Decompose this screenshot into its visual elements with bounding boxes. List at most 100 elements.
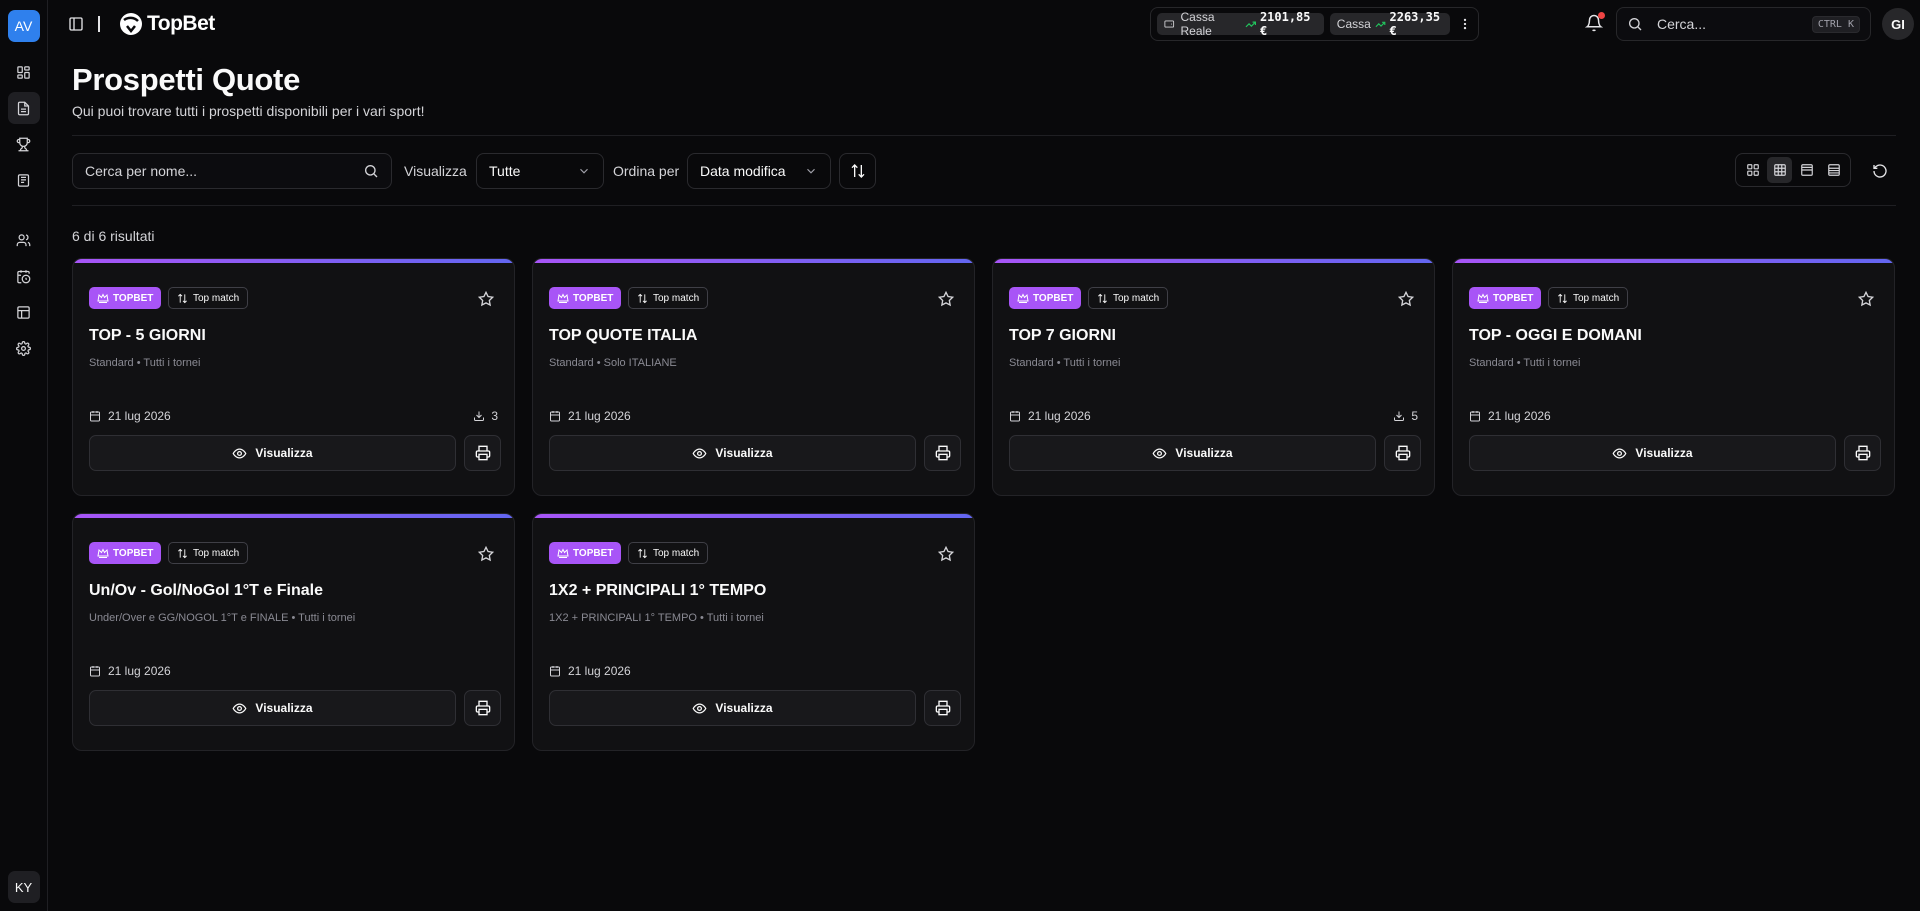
cassa-reale-pill[interactable]: Cassa Reale 2101,85 € — [1157, 10, 1324, 38]
download-count-text: 5 — [1411, 409, 1418, 423]
user-avatar[interactable]: KY — [7, 871, 40, 903]
favorite-button[interactable] — [1398, 291, 1414, 307]
view-button[interactable]: Visualizza — [1469, 435, 1836, 471]
sort-select[interactable]: Data modifica — [687, 153, 831, 189]
name-search-input[interactable]: Cerca per nome... — [72, 153, 392, 189]
prospetto-card[interactable]: TOPBET Top match 1X2 + PRINCIPALI 1° TEM… — [532, 513, 975, 751]
print-button[interactable] — [464, 690, 501, 726]
sidebar-item-users[interactable] — [8, 224, 40, 256]
sort-direction-button[interactable] — [839, 153, 876, 189]
prospetto-card[interactable]: TOPBET Top match TOP - 5 GIORNI Standard… — [72, 258, 515, 496]
chevron-down-icon — [807, 168, 815, 174]
notification-dot — [1598, 12, 1605, 19]
card-date: 21 lug 2026 — [89, 409, 171, 423]
layout-cards-button[interactable] — [1740, 157, 1765, 183]
prospetto-card[interactable]: TOPBET Top match TOP - OGGI E DOMANI Sta… — [1452, 258, 1895, 496]
favorite-button[interactable] — [938, 546, 954, 562]
layout-list-button[interactable] — [1821, 157, 1846, 183]
category-tag: Top match — [1548, 287, 1629, 309]
global-search-placeholder: Cerca... — [1657, 16, 1707, 32]
layout-compact-button[interactable] — [1794, 157, 1819, 183]
prospetto-card[interactable]: TOPBET Top match TOP 7 GIORNI Standard •… — [992, 258, 1435, 496]
notifications-button[interactable] — [1583, 12, 1605, 34]
document-icon — [17, 101, 30, 115]
cassa-reale-label: Cassa Reale — [1180, 10, 1215, 38]
view-button[interactable]: Visualizza — [89, 435, 456, 471]
sidebar-item-table[interactable] — [8, 296, 40, 328]
print-button[interactable] — [924, 690, 961, 726]
view-button[interactable]: Visualizza — [1009, 435, 1376, 471]
card-accent-bar — [533, 259, 974, 263]
cassa-pill[interactable]: Cassa 2263,35 € — [1329, 10, 1450, 38]
download-count: 3 — [473, 409, 498, 423]
page-title: Prospetti Quote — [72, 62, 301, 97]
card-title: TOP QUOTE ITALIA — [549, 327, 698, 344]
crown-icon — [557, 293, 569, 303]
panel-left-icon — [69, 17, 83, 31]
global-search[interactable]: Cerca... CTRL K — [1616, 7, 1871, 41]
category-tag: Top match — [628, 542, 709, 564]
account-avatar[interactable]: GI — [1882, 8, 1914, 40]
header-separator — [98, 16, 100, 32]
newspaper-icon — [17, 173, 30, 187]
star-icon — [938, 546, 954, 562]
card-title: TOP - 5 GIORNI — [89, 327, 206, 344]
favorite-button[interactable] — [1858, 291, 1874, 307]
download-count-text: 3 — [491, 409, 498, 423]
search-shortcut: CTRL K — [1811, 15, 1860, 33]
sidebar-item-calendar[interactable] — [8, 260, 40, 292]
view-button[interactable]: Visualizza — [549, 690, 916, 726]
sidebar-toggle-button[interactable] — [64, 12, 88, 36]
card-accent-bar — [993, 259, 1434, 263]
prospetto-card[interactable]: TOPBET Top match TOP QUOTE ITALIA Standa… — [532, 258, 975, 496]
cassa-reale-amount: 2101,85 € — [1259, 10, 1311, 38]
layout-grid-button[interactable] — [1767, 157, 1792, 183]
trend-up-icon — [1375, 21, 1386, 27]
crown-icon — [97, 293, 109, 303]
print-button[interactable] — [464, 435, 501, 471]
eye-icon — [232, 447, 247, 459]
arrow-up-down-icon — [178, 548, 187, 558]
print-button[interactable] — [1384, 435, 1421, 471]
sidebar-item-dashboard[interactable] — [8, 56, 40, 88]
grid-3x3-icon — [1773, 164, 1786, 176]
tag-label: Top match — [1573, 292, 1620, 304]
print-button[interactable] — [1844, 435, 1881, 471]
divider — [72, 135, 1896, 136]
favorite-button[interactable] — [938, 291, 954, 307]
topbet-badge: TOPBET — [549, 287, 622, 309]
wallet-menu-button[interactable] — [1458, 17, 1472, 31]
badge-label: TOPBET — [113, 547, 154, 559]
logo-text: TopBet — [147, 12, 215, 35]
tag-label: Top match — [193, 292, 240, 304]
workspace-avatar[interactable]: AV — [7, 10, 40, 42]
topbet-logo[interactable]: TopBet — [118, 11, 215, 37]
crown-icon — [1017, 293, 1029, 303]
view-filter-select[interactable]: Tutte — [476, 153, 604, 189]
tag-label: Top match — [653, 292, 700, 304]
page-subtitle: Qui puoi trovare tutti i prospetti dispo… — [72, 103, 425, 119]
sidebar-item-trophy[interactable] — [8, 128, 40, 160]
prospetto-card[interactable]: TOPBET Top match Un/Ov - Gol/NoGol 1°T e… — [72, 513, 515, 751]
wallet-panel: Cassa Reale 2101,85 € Cassa 2263,35 € — [1150, 7, 1479, 41]
sidebar-item-prospetti[interactable] — [7, 92, 40, 124]
category-tag: Top match — [168, 542, 249, 564]
star-icon — [938, 291, 954, 307]
badge-label: TOPBET — [573, 292, 614, 304]
sidebar-item-settings[interactable] — [8, 332, 40, 364]
sidebar-item-news[interactable] — [8, 164, 40, 196]
wallet-icon — [1164, 20, 1175, 28]
view-button[interactable]: Visualizza — [549, 435, 916, 471]
favorite-button[interactable] — [478, 291, 494, 307]
card-date-text: 21 lug 2026 — [568, 409, 631, 423]
view-filter-label: Visualizza — [404, 163, 467, 179]
refresh-button[interactable] — [1868, 159, 1892, 183]
download-icon — [1394, 411, 1405, 421]
print-button[interactable] — [924, 435, 961, 471]
view-button-label: Visualizza — [1175, 446, 1233, 460]
search-icon — [365, 165, 378, 178]
favorite-button[interactable] — [478, 546, 494, 562]
topbet-badge: TOPBET — [89, 542, 162, 564]
divider — [72, 205, 1896, 206]
view-button[interactable]: Visualizza — [89, 690, 456, 726]
